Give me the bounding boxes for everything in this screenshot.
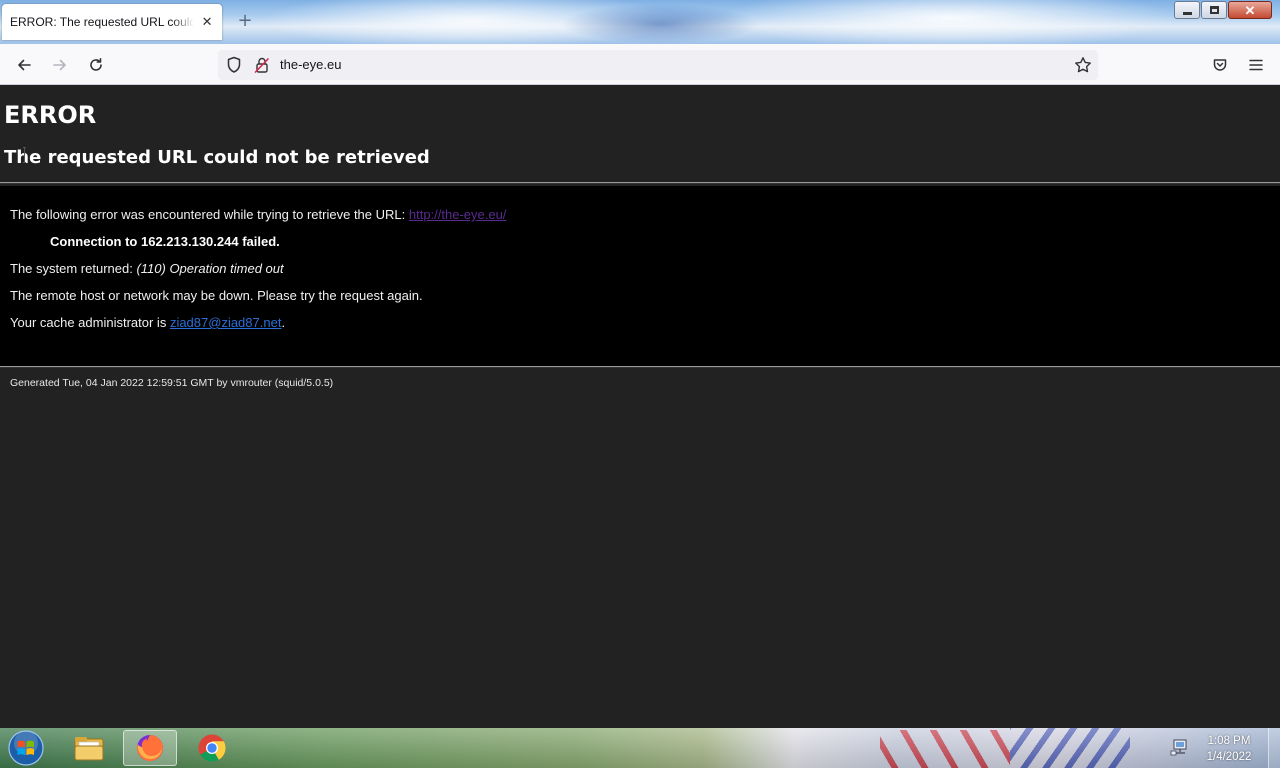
menu-button[interactable] bbox=[1243, 52, 1269, 78]
reload-button[interactable] bbox=[83, 52, 109, 78]
title-bar: ERROR: The requested URL could not be re… bbox=[0, 0, 1280, 44]
system-returned-value: (110) Operation timed out bbox=[136, 261, 284, 276]
error-heading: ERROR bbox=[4, 101, 97, 129]
clock-date: 1/4/2022 bbox=[1206, 751, 1252, 763]
error-intro-line: The following error was encountered whil… bbox=[10, 207, 506, 222]
back-button[interactable] bbox=[11, 52, 37, 78]
star-icon bbox=[1075, 57, 1091, 73]
chrome-icon bbox=[198, 734, 226, 762]
broken-lock-icon bbox=[254, 57, 269, 73]
error-intro-text: The following error was encountered whil… bbox=[10, 207, 409, 222]
taskbar-clock[interactable]: 1:08 PM 1/4/2022 bbox=[1196, 733, 1262, 765]
cache-admin-suffix: . bbox=[281, 315, 286, 330]
arrow-right-icon bbox=[53, 59, 66, 71]
divider bbox=[0, 366, 1280, 368]
tab-close-icon[interactable]: ✕ bbox=[200, 15, 214, 30]
close-window-button[interactable]: ✕ bbox=[1228, 1, 1272, 19]
wallpaper-cloud bbox=[720, 0, 1180, 44]
taskbar-firefox[interactable] bbox=[123, 730, 177, 766]
site-security-button[interactable] bbox=[254, 56, 270, 78]
firefox-icon bbox=[136, 735, 163, 761]
tab-title: ERROR: The requested URL could not be re… bbox=[10, 15, 195, 29]
forward-button[interactable] bbox=[47, 52, 73, 78]
pocket-button[interactable] bbox=[1207, 52, 1233, 78]
cache-admin-line: Your cache administrator is ziad87@ziad8… bbox=[10, 315, 285, 330]
window-controls: ✕ bbox=[1173, 1, 1272, 19]
divider bbox=[0, 182, 1280, 184]
error-content-box: The following error was encountered whil… bbox=[0, 186, 1280, 367]
remote-host-line: The remote host or network may be down. … bbox=[10, 288, 423, 303]
connection-failed-line: Connection to 162.213.130.244 failed. bbox=[50, 234, 280, 249]
tracking-protection-button[interactable] bbox=[226, 56, 242, 78]
cache-admin-email-link[interactable]: ziad87@ziad87.net bbox=[170, 315, 282, 330]
system-returned-line: The system returned: (110) Operation tim… bbox=[10, 261, 284, 276]
start-button[interactable] bbox=[6, 729, 46, 767]
hamburger-menu-icon bbox=[1249, 59, 1263, 71]
error-url-link[interactable]: http://the-eye.eu/ bbox=[409, 207, 507, 222]
reload-icon bbox=[90, 58, 102, 71]
clock-time: 1:08 PM bbox=[1207, 735, 1251, 747]
network-icon bbox=[1170, 739, 1187, 756]
windows-start-orb-icon bbox=[8, 730, 44, 766]
address-bar[interactable]: the-eye.eu bbox=[218, 50, 1098, 80]
show-desktop-button[interactable] bbox=[1268, 728, 1280, 768]
tab-active[interactable]: ERROR: The requested URL could not be re… bbox=[2, 4, 222, 40]
navigation-toolbar: the-eye.eu bbox=[0, 44, 1280, 85]
shield-icon bbox=[227, 56, 241, 73]
system-returned-label: The system returned: bbox=[10, 261, 137, 276]
text-cursor-icon bbox=[23, 147, 26, 163]
new-tab-button[interactable]: + bbox=[236, 12, 254, 30]
taskbar: 1:08 PM 1/4/2022 bbox=[0, 728, 1280, 768]
taskbar-explorer[interactable] bbox=[62, 730, 116, 766]
pocket-icon bbox=[1213, 59, 1227, 71]
connection-failed-text: Connection to 162.213.130.244 failed. bbox=[50, 234, 280, 249]
bookmark-button[interactable] bbox=[1074, 56, 1092, 78]
restore-icon bbox=[1209, 6, 1219, 14]
error-subheading: The requested URL could not be retrieved bbox=[4, 147, 430, 168]
generated-footer: Generated Tue, 04 Jan 2022 12:59:51 GMT … bbox=[10, 377, 334, 389]
restore-button[interactable] bbox=[1201, 1, 1227, 19]
cache-admin-label: Your cache administrator is bbox=[10, 315, 170, 330]
taskbar-chrome[interactable] bbox=[185, 730, 239, 766]
network-tray-button[interactable] bbox=[1170, 738, 1190, 760]
url-text[interactable]: the-eye.eu bbox=[280, 57, 341, 72]
minimize-icon bbox=[1182, 11, 1192, 15]
arrow-left-icon bbox=[18, 59, 31, 71]
close-icon: ✕ bbox=[1244, 2, 1256, 18]
page-content: ERROR The requested URL could not be ret… bbox=[0, 85, 1280, 728]
minimize-button[interactable] bbox=[1174, 1, 1200, 19]
file-explorer-icon bbox=[74, 737, 104, 761]
